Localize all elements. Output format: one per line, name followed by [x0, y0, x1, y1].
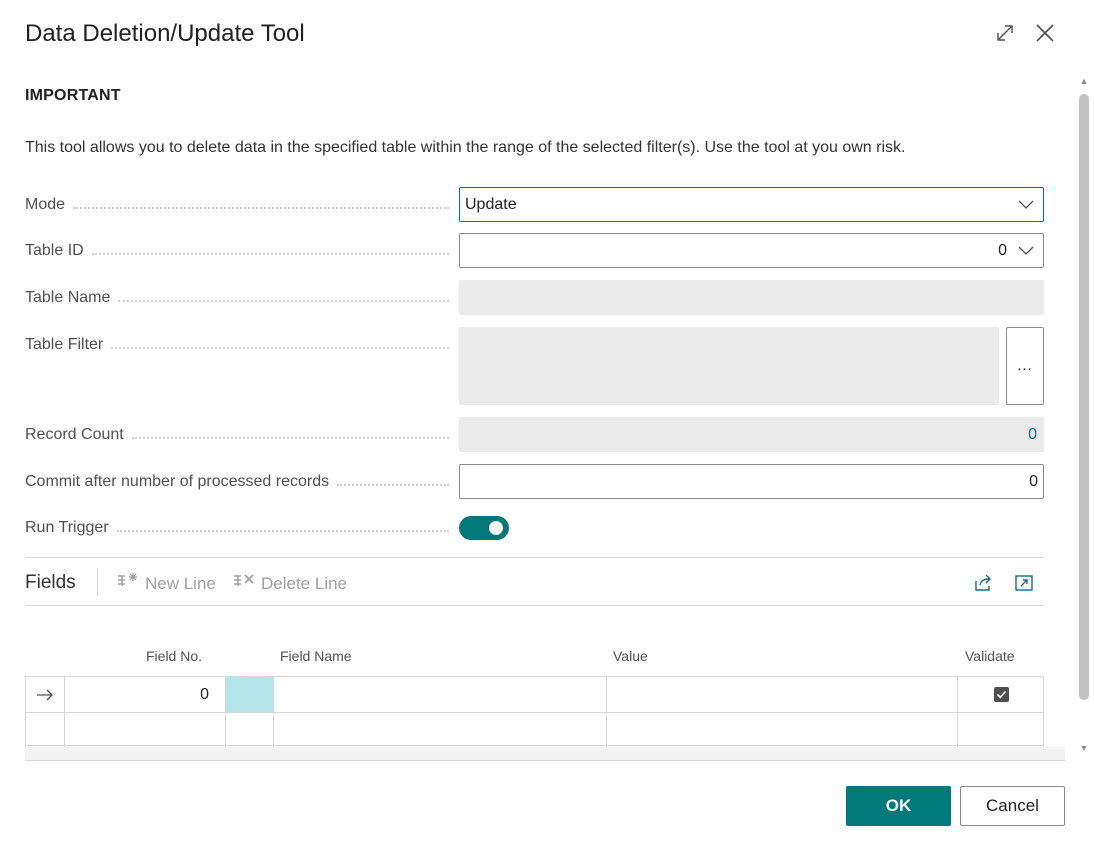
leader-dots: [337, 484, 449, 486]
delete-line-action[interactable]: Delete Line: [233, 572, 347, 595]
section-title: IMPORTANT: [25, 87, 121, 104]
scroll-up-arrow[interactable]: ▲: [1078, 76, 1090, 88]
focus-mode-icon[interactable]: [1013, 572, 1035, 594]
close-icon[interactable]: [1032, 20, 1058, 46]
delete-line-icon: [233, 572, 255, 595]
table-id-value: 0: [998, 241, 1007, 259]
table-filter-caption: Table Filter: [25, 327, 449, 363]
cell-lookup-selected[interactable]: [225, 677, 273, 712]
record-count-field: 0: [459, 417, 1044, 452]
scroll-down-arrow[interactable]: ▼: [1078, 743, 1090, 755]
chevron-down-icon: [1009, 200, 1043, 210]
commit-after-value: 0: [1029, 472, 1038, 490]
leader-dots: [131, 437, 449, 439]
leader-dots: [118, 300, 449, 302]
cell-field-no[interactable]: 0: [64, 677, 225, 712]
toggle-knob: [489, 521, 503, 535]
cell-validate[interactable]: [957, 713, 1044, 748]
cell-field-name[interactable]: [273, 713, 606, 748]
cell-lookup[interactable]: [225, 713, 273, 748]
info-text: This tool allows you to delete data in t…: [25, 139, 906, 156]
leader-dots: [111, 347, 449, 349]
part-header-divider: [25, 605, 1044, 606]
cell-value[interactable]: [606, 713, 957, 748]
mode-caption: Mode: [25, 187, 449, 223]
table-id-caption: Table ID: [25, 233, 449, 269]
table-id-select[interactable]: 0: [459, 233, 1044, 268]
record-count-caption: Record Count: [25, 417, 449, 453]
table-name-field: [459, 280, 1044, 315]
run-trigger-label: Run Trigger: [25, 519, 109, 536]
commit-after-caption: Commit after number of processed records: [25, 464, 449, 500]
cancel-button[interactable]: Cancel: [960, 786, 1065, 826]
cell-field-no[interactable]: [64, 713, 225, 748]
mode-select[interactable]: Update: [459, 187, 1044, 222]
checkbox-checked-icon: [993, 687, 1009, 702]
table-name-caption: Table Name: [25, 280, 449, 316]
share-icon[interactable]: [972, 572, 994, 594]
row-indicator-arrow-icon: [25, 677, 64, 712]
mode-label: Mode: [25, 196, 66, 213]
scrollbar-thumb[interactable]: [1079, 94, 1089, 700]
filter-assist-button[interactable]: …: [1006, 327, 1044, 405]
expand-icon[interactable]: [992, 20, 1018, 46]
new-line-icon: [117, 572, 139, 595]
commit-after-input[interactable]: 0: [459, 464, 1044, 499]
fields-part-title: Fields: [25, 572, 76, 593]
col-header-validate[interactable]: Validate: [965, 648, 1015, 664]
cell-value[interactable]: [606, 677, 957, 712]
table-name-label: Table Name: [25, 289, 111, 306]
part-separator: [97, 568, 98, 596]
commit-after-label: Commit after number of processed records: [25, 473, 330, 490]
grid-footer-shade: [25, 747, 1065, 760]
col-header-field-no[interactable]: Field No.: [146, 648, 202, 664]
mode-value: Update: [465, 195, 517, 213]
dialog-title: Data Deletion/Update Tool: [25, 20, 305, 47]
ok-button[interactable]: OK: [846, 786, 951, 826]
record-count-label: Record Count: [25, 426, 124, 443]
validate-checkbox[interactable]: [957, 677, 1044, 712]
leader-dots: [116, 530, 449, 532]
leader-dots: [91, 253, 449, 255]
table-filter-label: Table Filter: [25, 336, 104, 353]
delete-line-label: Delete Line: [261, 573, 348, 593]
table-row[interactable]: [25, 712, 1044, 748]
table-row[interactable]: 0: [25, 677, 1044, 712]
col-header-field-name[interactable]: Field Name: [280, 648, 352, 664]
part-top-divider: [25, 557, 1044, 558]
col-header-value[interactable]: Value: [613, 648, 648, 664]
table-id-label: Table ID: [25, 242, 84, 259]
run-trigger-caption: Run Trigger: [25, 510, 449, 546]
leader-dots: [73, 207, 449, 209]
fields-grid: 0: [25, 676, 1044, 748]
grid-right-border: [1043, 677, 1044, 747]
row-indicator: [25, 713, 64, 748]
new-line-action[interactable]: New Line: [117, 572, 216, 595]
new-line-label: New Line: [145, 573, 216, 593]
table-filter-field: [459, 327, 999, 405]
record-count-link[interactable]: 0: [459, 426, 1044, 444]
chevron-down-icon: [1009, 246, 1043, 256]
footer-divider: [25, 760, 1065, 761]
run-trigger-toggle[interactable]: [459, 516, 509, 540]
cell-field-name[interactable]: [273, 677, 606, 712]
